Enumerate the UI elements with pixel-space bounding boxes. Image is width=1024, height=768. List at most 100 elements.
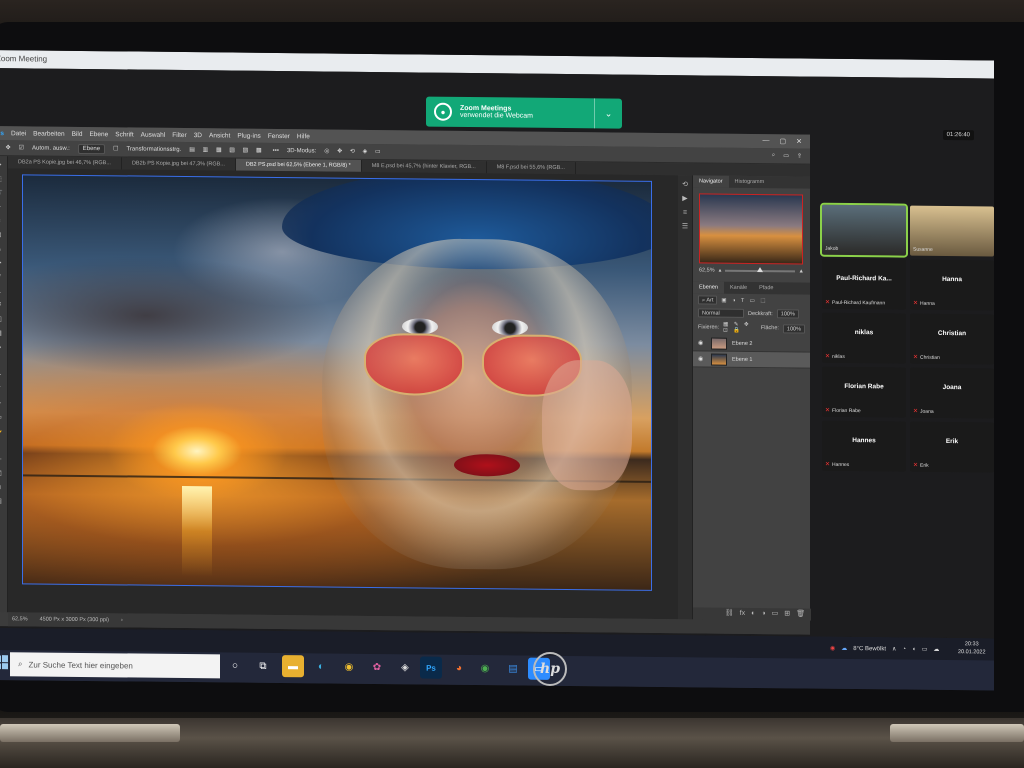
magic-wand-icon[interactable]: ✧ — [0, 204, 4, 212]
menu-3d[interactable]: 3D — [194, 132, 202, 139]
shape-tool-icon[interactable]: ▭ — [0, 414, 4, 422]
slider-knob[interactable] — [756, 267, 763, 273]
blur-tool-icon[interactable]: ◆ — [0, 344, 4, 352]
cortana-icon[interactable]: ○ — [224, 654, 246, 676]
file-explorer-icon[interactable]: ▬ — [282, 655, 304, 678]
adjust-icon[interactable]: ≡ — [680, 209, 690, 217]
tab-channels[interactable]: Kanäle — [724, 282, 753, 294]
participant-tile[interactable]: Florian Rabe ✕ Florian Rabe — [822, 366, 906, 418]
eyedropper-icon[interactable]: ✎ — [0, 246, 4, 254]
dodge-tool-icon[interactable]: ● — [0, 358, 4, 366]
healing-brush-icon[interactable]: ✚ — [0, 260, 4, 268]
visibility-eye-icon[interactable]: ◉ — [698, 355, 706, 362]
transform-checkbox[interactable]: ☐ — [113, 145, 118, 152]
firefox-icon[interactable]: ◕ — [448, 657, 470, 679]
tab-layers[interactable]: Ebenen — [693, 281, 724, 294]
participant-tile[interactable]: Paul-Richard Ka... ✕ Paul-Richard Kaufman… — [822, 258, 906, 310]
windows-start-icon[interactable] — [0, 655, 8, 670]
share-icon[interactable]: ⇪ — [797, 152, 802, 159]
auto-select-dropdown[interactable]: Ebene — [77, 143, 106, 154]
move-tool-icon[interactable]: ✥ — [0, 162, 4, 170]
tab-paths[interactable]: Pfade — [753, 282, 779, 294]
menu-bild[interactable]: Bild — [72, 130, 83, 137]
ps-logo-icon[interactable]: Ps — [0, 130, 4, 137]
menu-fenster[interactable]: Fenster — [268, 132, 290, 139]
photos-icon[interactable]: ✿ — [366, 656, 388, 678]
crop-tool-icon[interactable]: ⌗ — [0, 218, 4, 226]
canvas-area[interactable] — [8, 168, 678, 620]
edge-icon[interactable]: ◐ — [310, 655, 332, 677]
menu-auswahl[interactable]: Auswahl — [141, 131, 166, 138]
3d-tools-icons[interactable]: ◎ ✥ ⟲ ◈ ▭ — [324, 148, 383, 156]
chevron-down-icon[interactable]: ⌄ — [594, 98, 622, 129]
minimize-icon[interactable]: — — [763, 137, 770, 145]
outlook-icon[interactable]: ▤ — [502, 657, 524, 679]
new-layer-icon[interactable]: ⊞ — [784, 608, 790, 620]
menu-plugins[interactable]: Plug-ins — [237, 132, 260, 139]
path-select-icon[interactable]: ➤ — [0, 400, 4, 408]
history-brush-icon[interactable]: ↺ — [0, 302, 4, 310]
paint-icon[interactable]: ◈ — [394, 656, 416, 678]
lasso-tool-icon[interactable]: ➰ — [0, 190, 4, 198]
hand-tool-icon[interactable]: ✋ — [0, 428, 4, 436]
nav-zoom-slider[interactable] — [725, 267, 795, 273]
blend-mode-dropdown[interactable]: Normal — [698, 308, 744, 318]
navigator-thumbnail[interactable] — [699, 193, 803, 265]
zoom-webcam-notification[interactable]: ● Zoom Meetings verwendet die Webcam ⌄ — [426, 96, 622, 129]
status-arrow-icon[interactable]: › — [121, 617, 123, 623]
layer-row[interactable]: ◉ Ebene 2 — [693, 335, 810, 353]
screen-mode-icon[interactable]: ▣ — [0, 498, 4, 506]
search-icon[interactable]: ⌕ — [772, 152, 775, 159]
menu-filter[interactable]: Filter — [172, 131, 186, 138]
menu-schrift[interactable]: Schrift — [115, 131, 133, 138]
menu-ansicht[interactable]: Ansicht — [209, 132, 230, 139]
participant-tile[interactable]: Hanna ✕ Hanna — [910, 259, 994, 311]
taskbar-search[interactable]: ⌕ Zur Suche Text hier eingeben — [10, 652, 220, 679]
workspace-icon[interactable]: ▭ — [783, 152, 789, 159]
link-icon[interactable]: ⛓ — [725, 608, 734, 620]
taskbar-clock[interactable]: 20:33 20.01.2022 — [958, 640, 986, 656]
zoom-out-icon[interactable]: ▴ — [719, 268, 722, 274]
fill-field[interactable]: 100% — [782, 323, 805, 334]
fx-icon[interactable]: fx — [740, 608, 745, 620]
doc-tab-m8f[interactable]: M8 F.psd bei 55,6% (RGB... — [486, 161, 576, 175]
opacity-field[interactable]: 100% — [776, 309, 799, 319]
eraser-tool-icon[interactable]: ◧ — [0, 316, 4, 324]
frame-tool-icon[interactable]: ⊠ — [0, 232, 4, 240]
align-icons[interactable]: ▤ ▥ ▦ ▧ ▨ ▩ — [189, 146, 264, 154]
pen-tool-icon[interactable]: ✒ — [0, 372, 4, 380]
battery-icon[interactable]: ▭ — [922, 646, 928, 653]
video-tile-susanne[interactable]: Susanne — [910, 205, 994, 257]
layer-row-selected[interactable]: ◉ Ebene 1 — [693, 351, 810, 369]
stamp-tool-icon[interactable]: ⊥ — [0, 288, 4, 296]
zoom-in-icon[interactable]: ▲ — [799, 268, 804, 274]
menu-datei[interactable]: Datei — [11, 130, 26, 137]
nav-zoom-value[interactable]: 62,5% — [699, 267, 715, 273]
chrome-tray-icon[interactable]: ◉ — [830, 645, 835, 652]
layer-filter-dropdown[interactable]: ⌕ Art — [698, 295, 718, 305]
adjustment-icon[interactable]: ◑ — [761, 608, 765, 620]
tab-histogram[interactable]: Histogramm — [729, 176, 771, 188]
auto-select-checkbox[interactable]: ☑ — [19, 144, 24, 151]
move-tool-icon[interactable]: ✥ — [6, 144, 11, 151]
participant-tile[interactable]: niklas ✕ niklas — [822, 312, 906, 364]
marquee-tool-icon[interactable]: ⬚ — [0, 176, 4, 184]
onedrive-icon[interactable]: ☁ — [933, 646, 939, 653]
brush-tool-icon[interactable]: ✐ — [0, 274, 4, 282]
mask-icon[interactable]: ◐ — [751, 608, 755, 620]
properties-icon[interactable]: ☰ — [680, 223, 690, 231]
gradient-tool-icon[interactable]: ▦ — [0, 330, 4, 338]
more-icon[interactable]: ••• — [273, 147, 279, 153]
weather-text[interactable]: 8°C Bewölkt — [853, 646, 886, 652]
participant-tile[interactable]: Erik ✕ Erik — [910, 421, 994, 473]
participant-tile[interactable]: Hannes ✕ Hannes — [822, 420, 906, 472]
task-view-icon[interactable]: ⧉ — [252, 655, 274, 677]
visibility-eye-icon[interactable]: ◉ — [698, 339, 706, 346]
tray-chevron-icon[interactable]: ∧ — [892, 645, 896, 652]
color-swatches-icon[interactable]: ◩ — [0, 470, 4, 478]
participant-tile[interactable]: Christian ✕ Christian — [910, 313, 994, 365]
status-zoom[interactable]: 62,5% — [12, 616, 28, 622]
zoom-tool-icon[interactable]: ⌕ — [0, 442, 4, 450]
quick-mask-icon[interactable]: ◘ — [0, 484, 4, 492]
trash-icon[interactable]: 🗑 — [796, 608, 805, 620]
